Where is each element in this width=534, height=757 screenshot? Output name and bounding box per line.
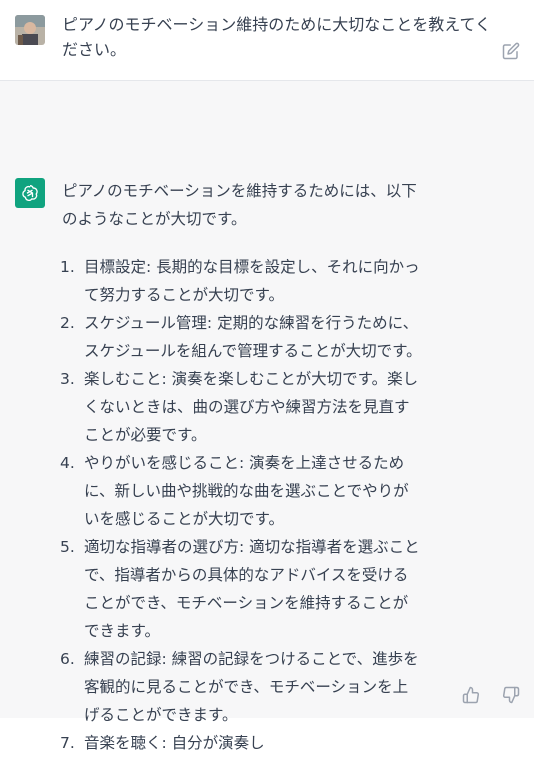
edit-icon[interactable] — [502, 42, 520, 60]
thumbs-up-icon[interactable] — [462, 686, 480, 704]
list-item: 1. 目標設定: 長期的な目標を設定し、それに向かって努力することが大切です。 — [60, 258, 420, 304]
list-item: 7. 音楽を聴く: 自分が演奏し — [60, 734, 265, 752]
assistant-answer: ピアノのモチベーションを維持するためには、以下のようなことが大切です。 1. 目標… — [60, 177, 422, 757]
user-avatar — [15, 15, 45, 45]
user-message-text: ピアノのモチベーション維持のために大切なことを教えてください。 — [62, 15, 491, 59]
feedback-buttons — [462, 686, 520, 704]
list-item: 4. やりがいを感じること: 演奏を上達させるために、新しい曲や挑戦的な曲を選ぶこ… — [60, 454, 409, 528]
thumbs-down-icon[interactable] — [502, 686, 520, 704]
list-item: 2. スケジュール管理: 定期的な練習を行うために、スケジュールを組んで管理するこ… — [60, 314, 422, 360]
list-item: 3. 楽しむこと: 演奏を楽しむことが大切です。楽しくないときは、曲の選び方や練習… — [60, 370, 419, 444]
answer-list: 1. 目標設定: 長期的な目標を設定し、それに向かって努力することが大切です。 2… — [60, 253, 422, 757]
chatgpt-logo-icon — [15, 178, 45, 208]
list-item: 6. 練習の記録: 練習の記録をつけることで、進歩を客観的に見ることができ、モチベ… — [60, 650, 419, 724]
list-item: 5. 適切な指導者の選び方: 適切な指導者を選ぶことで、指導者からの具体的なアドバ… — [60, 538, 420, 640]
answer-intro: ピアノのモチベーションを維持するためには、以下のようなことが大切です。 — [62, 182, 417, 228]
assistant-message-row: ピアノのモチベーションを維持するためには、以下のようなことが大切です。 1. 目標… — [0, 81, 534, 752]
user-message-row: ピアノのモチベーション維持のために大切なことを教えてください。 — [0, 0, 534, 81]
